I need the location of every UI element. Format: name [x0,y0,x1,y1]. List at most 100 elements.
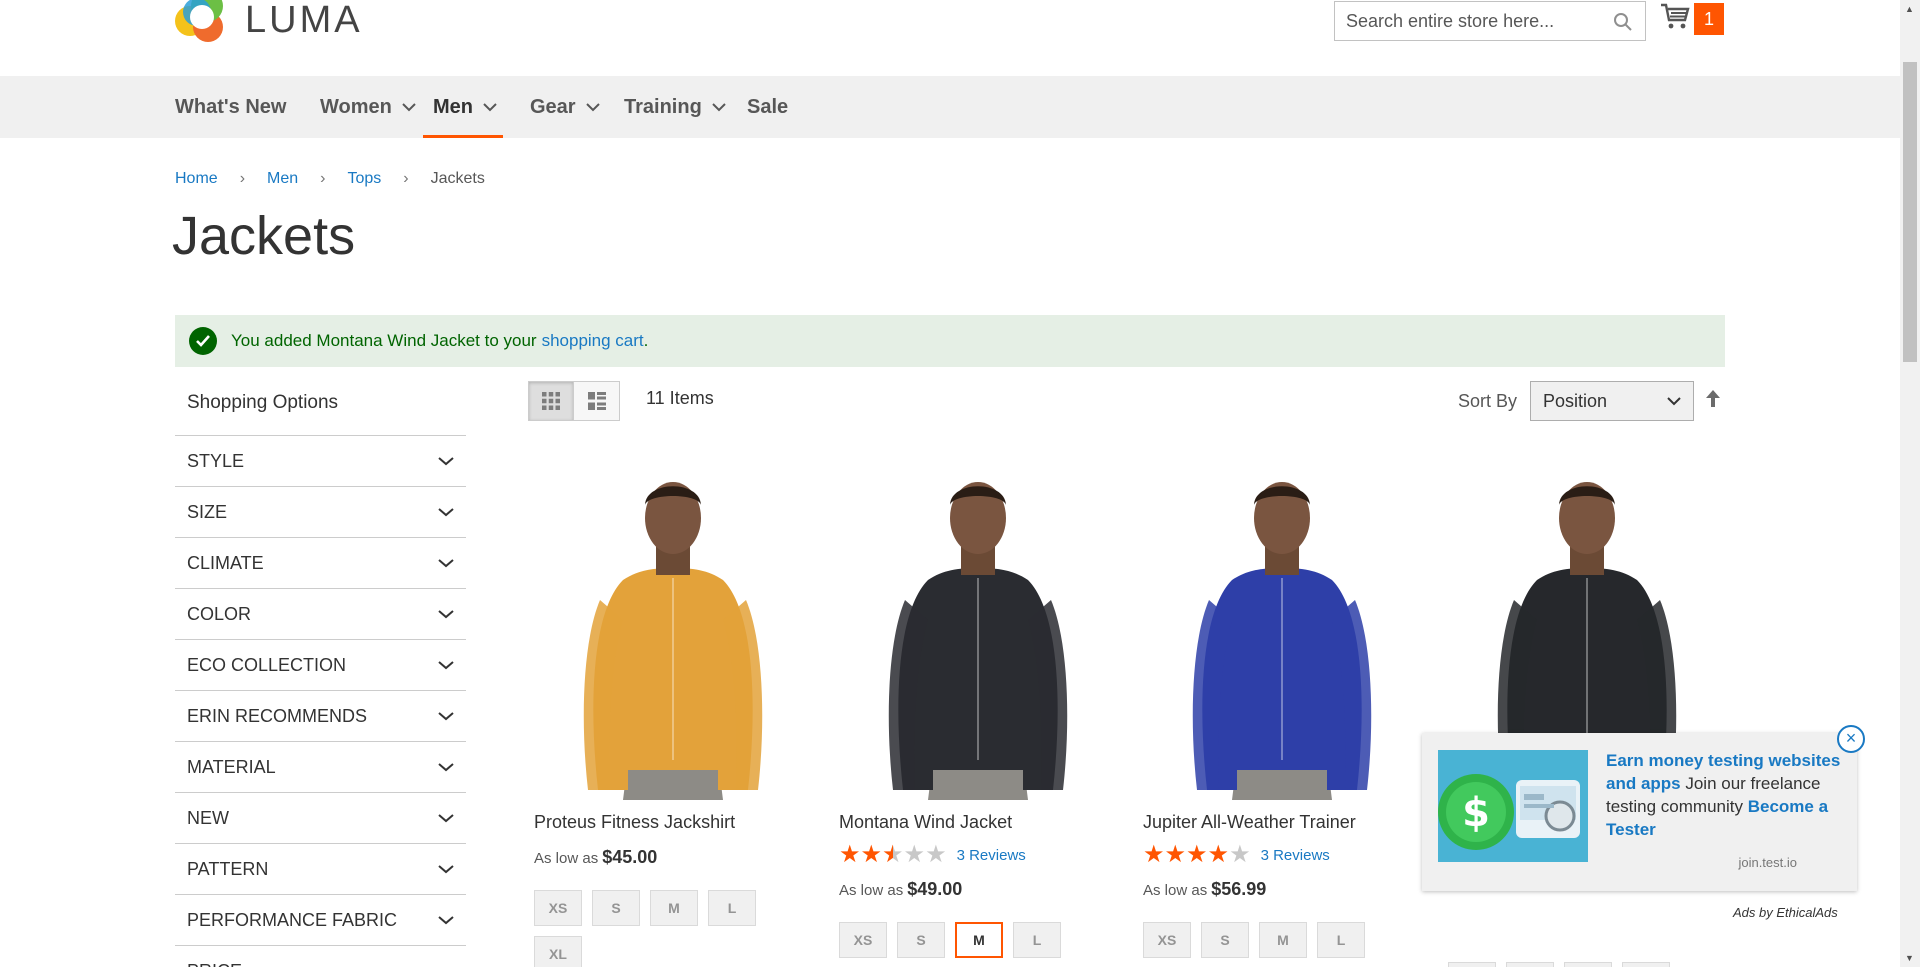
size-swatches: XS S M L XL [534,890,784,967]
ad-text: Earn money testing websites and apps Joi… [1606,749,1846,841]
price-box: As low as $56.99 [1143,879,1427,900]
chevron-down-icon [483,103,497,112]
svg-text:$: $ [1462,790,1490,836]
size-option-xs[interactable]: XS [839,922,887,958]
size-option-l[interactable]: L [1317,922,1365,958]
search-icon[interactable] [1613,12,1633,37]
nav-item-label: Women [320,95,392,118]
filter-label: ERIN RECOMMENDS [187,705,368,726]
filter-pattern[interactable]: PATTERN [175,844,466,895]
minicart-button[interactable]: 1 [1660,2,1724,35]
layered-navigation: Shopping Options STYLE SIZE CLIMATE COLOR EC… [175,378,466,967]
product-image[interactable] [833,460,1123,800]
sort-by-select[interactable]: Position [1530,381,1694,421]
list-view-button[interactable] [574,381,620,421]
product-item: Proteus Fitness Jackshirt As low as $45.00… [528,460,818,967]
star-icon: ★ [1229,841,1251,868]
breadcrumb-tops-link[interactable]: Tops [347,170,381,188]
breadcrumb-home-link[interactable]: Home [175,170,218,188]
page-scrollbar[interactable]: ▲ ▼ [1900,0,1920,967]
chevron-down-icon [438,508,454,517]
site-header: LUMA 1 [0,0,1900,76]
filter-performance-fabric[interactable]: PERFORMANCE FABRIC [175,895,466,946]
star-icon: ★ [1143,841,1165,868]
breadcrumb-men-link[interactable]: Men [267,170,298,188]
nav-item-label: Men [433,95,473,118]
message-suffix: . [643,331,649,350]
price-label: As low as [534,850,599,867]
filter-label: CLIMATE [187,552,264,573]
size-swatches: XS S M L [1448,962,1698,967]
nav-item-label: Sale [747,95,789,118]
size-option-m[interactable]: M [1564,962,1612,967]
nav-item-women[interactable]: Women [320,76,416,138]
size-option-s[interactable]: S [1201,922,1249,958]
product-rating: ★★★★★ 3 Reviews [1143,843,1427,867]
arrow-up-icon [1706,390,1720,407]
size-option-xs[interactable]: XS [534,890,582,926]
view-mode-switcher [528,381,620,421]
size-option-l[interactable]: L [708,890,756,926]
shopping-options-title: Shopping Options [175,378,466,436]
size-option-s[interactable]: S [897,922,945,958]
logo-mark-icon [175,0,231,44]
breadcrumb-current: Jackets [430,170,485,187]
price-box: As low as $49.00 [839,879,1123,900]
close-icon[interactable]: × [1837,725,1865,753]
grid-view-button[interactable] [528,381,574,421]
filter-price[interactable]: PRICE [175,946,466,967]
size-option-s[interactable]: S [1506,962,1554,967]
rating-stars: ★★★★★ [1143,843,1251,867]
reviews-link[interactable]: 3 Reviews [957,847,1026,864]
nav-item-whats-new[interactable]: What's New [175,76,286,138]
size-option-xl[interactable]: XL [534,936,582,967]
nav-item-sale[interactable]: Sale [747,76,788,138]
filter-eco-collection[interactable]: ECO COLLECTION [175,640,466,691]
filter-label: MATERIAL [187,756,276,777]
scrollbar-thumb[interactable] [1903,62,1917,362]
product-image[interactable] [1137,460,1427,800]
scroll-up-icon[interactable]: ▲ [1905,4,1914,14]
size-option-m[interactable]: M [955,922,1003,958]
size-option-l[interactable]: L [1013,922,1061,958]
filter-material[interactable]: MATERIAL [175,742,466,793]
size-option-m[interactable]: M [650,890,698,926]
search-input[interactable] [1346,10,1606,32]
size-option-m[interactable]: M [1259,922,1307,958]
product-name-link[interactable]: Jupiter All-Weather Trainer [1143,812,1427,833]
nav-item-gear[interactable]: Gear [530,76,600,138]
logo[interactable]: LUMA [175,0,363,44]
star-icon: ★ [903,841,926,868]
size-option-s[interactable]: S [592,890,640,926]
filter-style[interactable]: STYLE [175,436,466,487]
chevron-down-icon [438,661,454,670]
filter-climate[interactable]: CLIMATE [175,538,466,589]
sort-by-label: Sort By [1458,391,1518,411]
filter-label: PERFORMANCE FABRIC [187,909,398,930]
chevron-down-icon [438,865,454,874]
size-option-xs[interactable]: XS [1143,922,1191,958]
product-name-link[interactable]: Montana Wind Jacket [839,812,1123,833]
ad-image: $ [1438,750,1588,862]
filter-label: ECO COLLECTION [187,654,347,675]
product-image[interactable] [528,460,818,800]
ethical-ad[interactable]: $ Earn money testing websites and apps J… [1422,725,1865,891]
nav-item-men[interactable]: Men [423,76,503,138]
filter-new[interactable]: NEW [175,793,466,844]
filter-size[interactable]: SIZE [175,487,466,538]
nav-item-label: Training [624,95,702,118]
ads-by-ethicalads[interactable]: Ads by EthicalAds [1733,905,1838,920]
chevron-right-icon: › [403,170,409,187]
reviews-link[interactable]: 3 Reviews [1261,847,1330,864]
filter-label: PATTERN [187,858,269,879]
filter-color[interactable]: COLOR [175,589,466,640]
shopping-cart-link[interactable]: shopping cart [542,331,644,351]
filter-erin-recommends[interactable]: ERIN RECOMMENDS [175,691,466,742]
scroll-down-icon[interactable]: ▼ [1905,953,1914,963]
size-option-xs[interactable]: XS [1448,962,1496,967]
size-option-l[interactable]: L [1622,962,1670,967]
filter-label: COLOR [187,603,252,624]
nav-item-training[interactable]: Training [624,76,726,138]
sort-direction-button[interactable] [1705,389,1721,414]
product-name-link[interactable]: Proteus Fitness Jackshirt [534,812,818,833]
